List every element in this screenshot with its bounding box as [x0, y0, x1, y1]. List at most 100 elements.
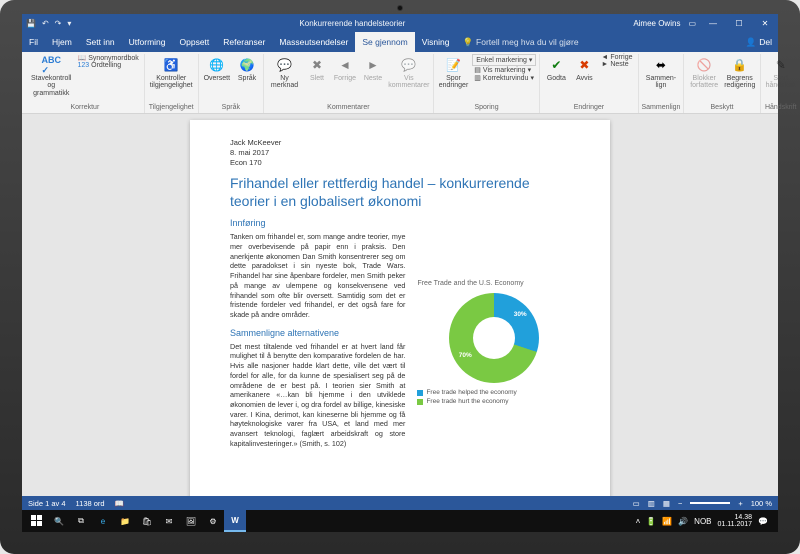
zoom-in-button[interactable]: + — [738, 499, 742, 508]
group-tracking-label: Sporing — [474, 103, 498, 113]
block-authors-button[interactable]: 🚫Blokker forfattere — [687, 54, 721, 92]
maximize-button[interactable]: ☐ — [730, 19, 748, 28]
tab-review[interactable]: Se gjennom — [355, 32, 414, 52]
tab-home[interactable]: Hjem — [45, 32, 79, 52]
mail-icon[interactable]: ✉ — [158, 510, 180, 532]
status-page[interactable]: Side 1 av 4 — [28, 499, 66, 508]
para-intro: Tanken om frihandel er, som mange andre … — [230, 232, 405, 319]
share-button[interactable]: 👤Del — [746, 37, 772, 48]
status-lang-icon[interactable]: 📖 — [115, 499, 124, 508]
view-read-icon[interactable]: ▭ — [633, 499, 640, 508]
title-bar: 💾 ↶ ↷ ▾ Konkurrerende handelsteorier Aim… — [22, 14, 778, 32]
status-words[interactable]: 1138 ord — [76, 499, 105, 508]
translate-label: Oversett — [204, 75, 230, 82]
store-icon[interactable]: 🛍 — [136, 510, 158, 532]
bulb-icon: 💡 — [462, 37, 473, 48]
settings-icon[interactable]: ⚙ — [202, 510, 224, 532]
reject-icon: ✖ — [575, 56, 593, 74]
chart-title: Free Trade and the U.S. Economy — [417, 280, 570, 287]
tab-view[interactable]: Visning — [415, 32, 457, 52]
track-changes-button[interactable]: 📝Spor endringer — [437, 54, 471, 92]
tell-me[interactable]: 💡Fortell meg hva du vil gjøre — [462, 37, 578, 48]
tray-volume-icon[interactable]: 🔊 — [678, 517, 688, 526]
group-protect-label: Beskytt — [711, 103, 734, 113]
ribbon-options-icon[interactable]: ▭ — [688, 19, 696, 28]
comment-delete-icon: ✖ — [308, 56, 326, 74]
tray-notifications-icon[interactable]: 💬 — [758, 517, 768, 526]
redo-icon[interactable]: ↷ — [55, 19, 62, 28]
tray-chevron-icon[interactable]: ˄ — [636, 517, 641, 526]
doc-author: Jack McKeever — [230, 138, 570, 148]
user-name[interactable]: Aimee Owins — [633, 19, 680, 28]
thesaurus-button[interactable]: 📖Synonymordbok — [75, 54, 140, 62]
close-button[interactable]: ✕ — [756, 19, 774, 28]
ribbon: ABC✓Stavekontroll og grammatikk 📖Synonym… — [22, 52, 778, 114]
task-view-icon[interactable]: ⧉ — [70, 510, 92, 532]
page[interactable]: Jack McKeever 8. mai 2017 Econ 170 Friha… — [190, 120, 610, 496]
reviewing-pane-label: Korrekturvindu — [483, 75, 529, 82]
group-comments-label: Kommentarer — [327, 103, 369, 113]
block-icon: 🚫 — [695, 56, 713, 74]
word-icon[interactable]: W — [224, 510, 246, 532]
chevron-down-icon: ▾ — [530, 74, 534, 82]
compare-button[interactable]: ⬌Sammen-lign — [642, 54, 681, 92]
prev-change-button[interactable]: ◄Forrige — [599, 54, 634, 61]
tab-mailings[interactable]: Masseutsendelser — [272, 32, 355, 52]
translate-button[interactable]: 🌐Oversett — [202, 54, 232, 84]
document-area[interactable]: Jack McKeever 8. mai 2017 Econ 170 Friha… — [22, 114, 778, 496]
start-ink-button[interactable]: ✎Start håndskrift — [764, 54, 798, 92]
spelling-button[interactable]: ABC✓Stavekontroll og grammatikk — [29, 54, 73, 99]
new-comment-button[interactable]: 💬Ny merknad — [267, 54, 302, 92]
undo-icon[interactable]: ↶ — [42, 19, 49, 28]
markup-mode-label: Enkel markering — [476, 57, 527, 64]
globe-icon: 🌍 — [238, 56, 256, 74]
save-icon[interactable]: 💾 — [26, 19, 36, 28]
markup-mode-dropdown[interactable]: Enkel markering ▾ — [472, 54, 536, 66]
minimize-button[interactable]: — — [704, 19, 722, 28]
next-change-button[interactable]: ►Neste — [599, 61, 634, 68]
tray-date: 01.11.2017 — [718, 521, 753, 528]
prev-comment-button[interactable]: ◄Forrige — [332, 54, 358, 84]
view-print-icon[interactable]: ▥ — [648, 499, 655, 508]
explorer-icon[interactable]: 📁 — [114, 510, 136, 532]
zoom-level[interactable]: 100 % — [751, 499, 772, 508]
tab-insert[interactable]: Sett inn — [79, 32, 122, 52]
compare-icon: ⬌ — [652, 56, 670, 74]
tray-clock[interactable]: 14.38 01.11.2017 — [718, 514, 753, 528]
legend-swatch-a — [417, 390, 423, 396]
lock-icon: 🔒 — [731, 56, 749, 74]
tab-file[interactable]: Fil — [22, 32, 45, 52]
doc-date: 8. mai 2017 — [230, 148, 570, 158]
taskbar: 🔍 ⧉ e 📁 🛍 ✉ 🖼 ⚙ W ˄ 🔋 📶 🔊 NOB 14.38 01.1… — [22, 510, 778, 532]
edge-icon[interactable]: e — [92, 510, 114, 532]
tray-lang[interactable]: NOB — [694, 517, 711, 526]
group-changes-label: Endringer — [574, 103, 604, 113]
start-button[interactable] — [26, 510, 48, 532]
spelling-label: Stavekontroll og grammatikk — [31, 75, 71, 97]
word-count-button[interactable]: 123Ordtelling — [75, 62, 140, 69]
tab-references[interactable]: Referanser — [216, 32, 272, 52]
photos-icon[interactable]: 🖼 — [180, 510, 202, 532]
show-comments-button[interactable]: 💬Vis kommentarer — [388, 54, 430, 92]
start-ink-label: Start håndskrift — [766, 75, 796, 90]
chevron-down-icon: ▾ — [529, 56, 533, 64]
show-markup-button[interactable]: ▤Vis markering ▾ — [472, 66, 536, 74]
tray-wifi-icon[interactable]: 📶 — [662, 517, 672, 526]
tab-layout[interactable]: Oppsett — [173, 32, 217, 52]
language-button[interactable]: 🌍Språk — [234, 54, 260, 84]
zoom-out-button[interactable]: − — [678, 499, 682, 508]
next-comment-button[interactable]: ►Neste — [360, 54, 386, 84]
restrict-editing-button[interactable]: 🔒Begrens redigering — [723, 54, 757, 92]
reject-button[interactable]: ✖Avvis — [571, 54, 597, 84]
tray-battery-icon[interactable]: 🔋 — [646, 517, 656, 526]
search-icon[interactable]: 🔍 — [48, 510, 70, 532]
view-web-icon[interactable]: ▦ — [663, 499, 670, 508]
reviewing-pane-button[interactable]: ▥Korrekturvindu ▾ — [472, 74, 536, 82]
tab-design[interactable]: Utforming — [122, 32, 173, 52]
group-tracking: 📝Spor endringer Enkel markering ▾ ▤Vis m… — [434, 54, 541, 113]
delete-comment-button[interactable]: ✖Slett — [304, 54, 330, 84]
zoom-slider[interactable] — [690, 502, 730, 504]
accessibility-button[interactable]: ♿Kontroller tilgjengelighet — [148, 54, 195, 92]
accept-button[interactable]: ✔Godta — [543, 54, 569, 84]
track-icon: 📝 — [444, 56, 462, 74]
